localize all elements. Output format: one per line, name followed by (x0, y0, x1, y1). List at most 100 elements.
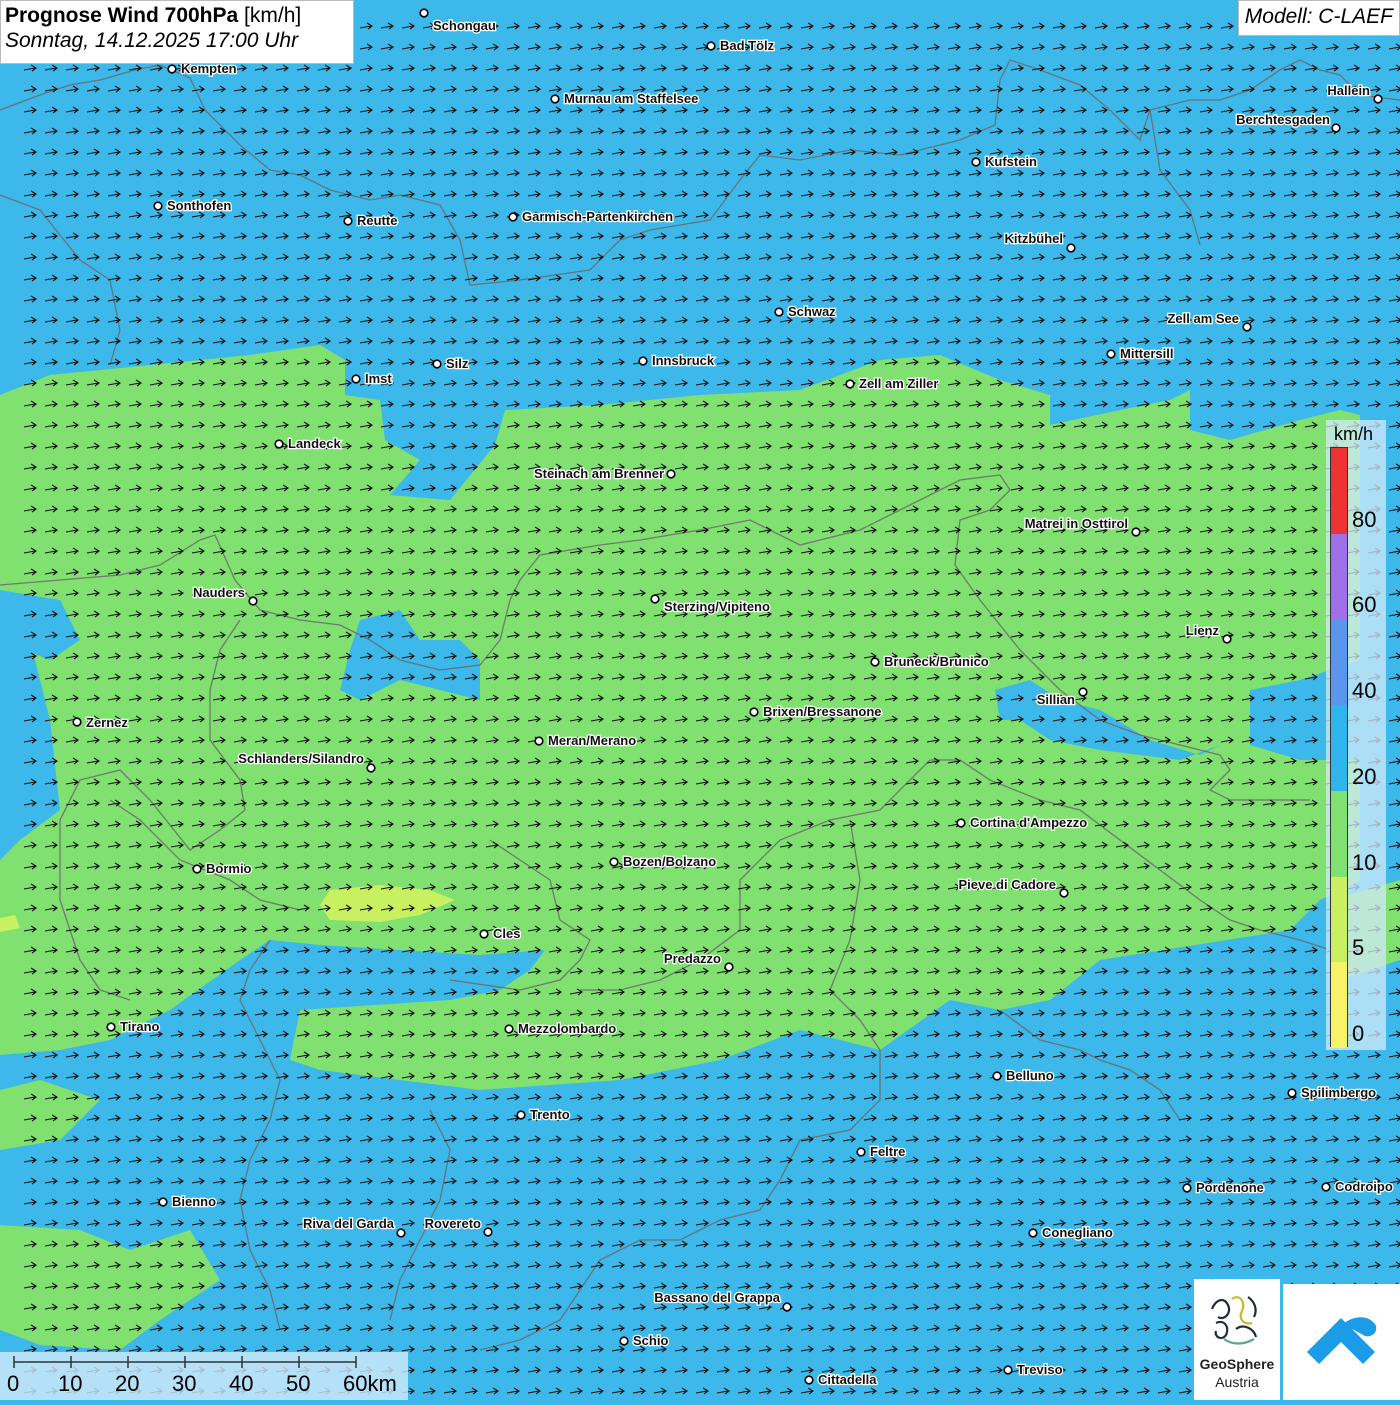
city-dot (351, 374, 361, 384)
city-label: Feltre (870, 1144, 905, 1159)
city-dot (1321, 1182, 1331, 1192)
city-label: Bad Tölz (720, 38, 775, 53)
city-label: Belluno (1006, 1068, 1054, 1083)
city-label: Spilimbergo (1301, 1085, 1376, 1100)
legend-tick-label: 0 (1352, 1021, 1365, 1046)
geosphere-logo: GeoSphere Austria (1194, 1279, 1280, 1400)
city-label: Kitzbühel (1005, 231, 1064, 246)
model-label: Modell: C-LAEF (1237, 0, 1400, 36)
scale-label: 20 (115, 1371, 140, 1396)
city-dot (666, 469, 676, 479)
city-marker: Murnau am Staffelsee (550, 90, 700, 107)
logo-sub: Austria (1215, 1374, 1259, 1390)
city-label: Garmisch-Partenkirchen (522, 209, 673, 224)
city-label: Cortina d'Ampezzo (970, 815, 1087, 830)
city-label: Schwaz (788, 304, 836, 319)
city-dot (167, 64, 177, 74)
city-label: Zell am Ziller (859, 376, 938, 391)
city-dot (1078, 687, 1088, 697)
legend-color-bar (1330, 447, 1348, 1048)
scale-label: 10 (58, 1371, 83, 1396)
app-logo (1283, 1284, 1400, 1400)
legend-tick-label: 5 (1352, 935, 1365, 961)
city-dot (1106, 349, 1116, 359)
city-label: Matrei in Osttirol (1025, 516, 1128, 531)
city-label: Schongau (433, 18, 496, 33)
city-marker: Conegliano (1028, 1224, 1114, 1241)
city-label: Cittadella (818, 1372, 877, 1387)
legend-unit: km/h (1334, 424, 1374, 444)
scale-label: 60km (343, 1371, 397, 1396)
scale-label: 0 (7, 1371, 20, 1396)
city-label: Treviso (1017, 1362, 1063, 1377)
legend-tick-label: 40 (1352, 678, 1377, 704)
city-marker: Meran/Merano (534, 732, 637, 749)
scale-label: 40 (229, 1371, 254, 1396)
legend-swatch (1331, 962, 1347, 1048)
city-label: Schio (633, 1333, 668, 1348)
city-label: Codroipo (1335, 1179, 1393, 1194)
city-label: Hallein (1327, 83, 1370, 98)
city-dot (804, 1375, 814, 1385)
city-dot (749, 707, 759, 717)
city-dot (504, 1024, 514, 1034)
city-marker: Bruneck/Brunico (870, 653, 990, 670)
legend-swatch (1331, 619, 1347, 706)
legend-swatch (1331, 790, 1347, 877)
legend-swatch (1331, 705, 1347, 791)
city-dot (366, 763, 376, 773)
city-label: Bozen/Bolzano (623, 854, 716, 869)
title-box: Prognose Wind 700hPa [km/h] Sonntag, 14.… (0, 0, 354, 64)
city-label: Rovereto (425, 1216, 481, 1231)
city-label: Pordenone (1196, 1180, 1264, 1195)
geosphere-emblem-icon (1210, 1296, 1258, 1345)
city-dot (343, 216, 353, 226)
city-dot (774, 307, 784, 317)
city-dot (706, 41, 716, 51)
city-label: Tirano (120, 1019, 160, 1034)
city-dot (516, 1110, 526, 1120)
city-label: Reutte (357, 213, 397, 228)
city-dot (1287, 1088, 1297, 1098)
map-subtitle: Sonntag, 14.12.2025 17:00 Uhr (5, 29, 299, 52)
legend-tick-label: 60 (1352, 592, 1377, 618)
scale-bar: 0 10 20 30 40 50 60km (0, 1352, 408, 1400)
city-label: Trento (530, 1107, 570, 1122)
city-marker: Cortina d'Ampezzo (956, 814, 1089, 831)
city-marker: Garmisch-Partenkirchen (508, 208, 674, 225)
city-dot (1331, 123, 1341, 133)
city-marker: Bozen/Bolzano (609, 853, 717, 870)
city-label: Pieve di Cadore (958, 877, 1056, 892)
city-label: Sonthofen (167, 198, 231, 213)
map-title: Prognose Wind 700hPa [km/h] (5, 4, 349, 28)
city-label: Mezzolombardo (518, 1021, 616, 1036)
city-dot (106, 1022, 116, 1032)
city-label: Nauders (193, 585, 245, 600)
city-dot (619, 1336, 629, 1346)
city-dot (1059, 888, 1069, 898)
city-dot (650, 594, 660, 604)
city-label: Bruneck/Brunico (884, 654, 989, 669)
city-dot (396, 1228, 406, 1238)
city-dot (248, 596, 258, 606)
legend-tick-label: 20 (1352, 763, 1377, 789)
city-dot (158, 1197, 168, 1207)
city-dot (192, 864, 202, 874)
legend-swatch (1331, 876, 1347, 963)
city-dot (479, 929, 489, 939)
color-legend: km/h 80 60 40 20 10 5 0 (1326, 420, 1386, 1050)
city-label: Meran/Merano (548, 733, 636, 748)
city-dot (638, 356, 648, 366)
city-label: Mittersill (1120, 346, 1173, 361)
city-dot (1182, 1183, 1192, 1193)
city-label: Kufstein (985, 154, 1037, 169)
city-marker: Zell am Ziller (845, 375, 940, 392)
city-label: Zernez (86, 715, 128, 730)
city-label: Imst (365, 371, 392, 386)
city-marker: Spilimbergo (1287, 1084, 1377, 1101)
city-dot (782, 1302, 792, 1312)
city-dot (550, 94, 560, 104)
scale-label: 30 (172, 1371, 197, 1396)
city-label: Conegliano (1042, 1225, 1113, 1240)
city-dot (1131, 527, 1141, 537)
